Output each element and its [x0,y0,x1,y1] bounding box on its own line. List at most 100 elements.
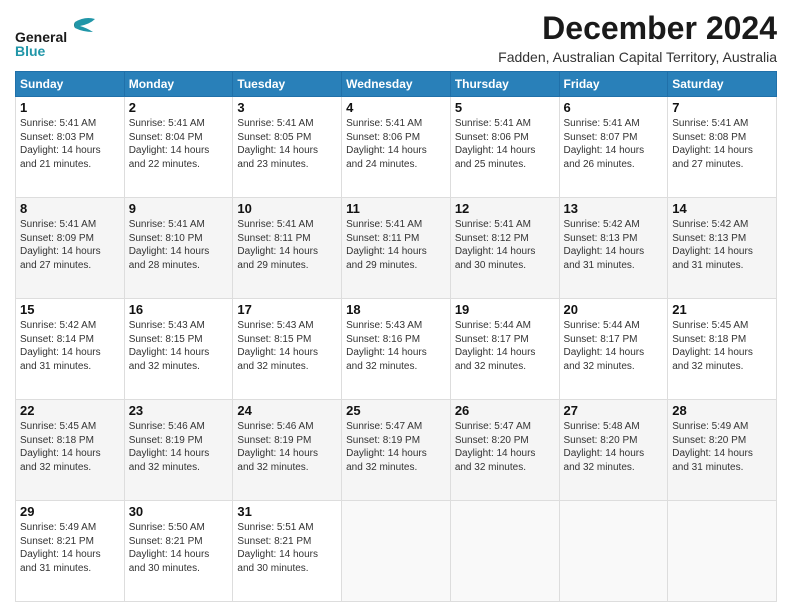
day-number: 27 [564,403,664,418]
day-info: Sunrise: 5:46 AMSunset: 8:19 PMDaylight:… [129,420,229,474]
day-number: 5 [455,100,555,115]
day-info: Sunrise: 5:45 AMSunset: 8:18 PMDaylight:… [20,420,120,474]
day-info: Sunrise: 5:49 AMSunset: 8:20 PMDaylight:… [672,420,772,474]
day-info: Sunrise: 5:42 AMSunset: 8:13 PMDaylight:… [672,218,772,272]
table-row [342,501,451,602]
day-number: 12 [455,201,555,216]
day-number: 22 [20,403,120,418]
col-tuesday: Tuesday [233,72,342,97]
day-number: 29 [20,504,120,519]
table-row: 23 Sunrise: 5:46 AMSunset: 8:19 PMDayligh… [124,400,233,501]
table-row: 27Sunrise: 5:48 AMSunset: 8:20 PMDayligh… [559,400,668,501]
col-wednesday: Wednesday [342,72,451,97]
day-number: 17 [237,302,337,317]
day-number: 9 [129,201,229,216]
table-row: 28 Sunrise: 5:49 AMSunset: 8:20 PMDayligh… [668,400,777,501]
day-number: 13 [564,201,664,216]
col-monday: Monday [124,72,233,97]
day-info: Sunrise: 5:43 AMSunset: 8:15 PMDaylight:… [129,319,229,373]
day-info: Sunrise: 5:49 AMSunset: 8:21 PMDaylight:… [20,521,120,575]
table-row: 22 Sunrise: 5:45 AMSunset: 8:18 PMDayligh… [16,400,125,501]
title-block: December 2024 Fadden, Australian Capital… [498,10,777,65]
table-row: 30Sunrise: 5:50 AMSunset: 8:21 PMDayligh… [124,501,233,602]
day-number: 23 [129,403,229,418]
day-number: 31 [237,504,337,519]
day-info: Sunrise: 5:43 AMSunset: 8:15 PMDaylight:… [237,319,337,373]
day-number: 30 [129,504,229,519]
day-info: Sunrise: 5:44 AMSunset: 8:17 PMDaylight:… [455,319,555,373]
col-sunday: Sunday [16,72,125,97]
day-number: 16 [129,302,229,317]
table-row: 7 Sunrise: 5:41 AMSunset: 8:08 PMDaylight… [668,97,777,198]
day-number: 28 [672,403,772,418]
table-row: 26 Sunrise: 5:47 AMSunset: 8:20 PMDayligh… [450,400,559,501]
day-number: 1 [20,100,120,115]
day-info: Sunrise: 5:41 AMSunset: 8:10 PMDaylight:… [129,218,229,272]
main-title: December 2024 [498,10,777,47]
table-row [450,501,559,602]
table-row: 2 Sunrise: 5:41 AMSunset: 8:04 PMDaylight… [124,97,233,198]
table-row: 18Sunrise: 5:43 AMSunset: 8:16 PMDayligh… [342,299,451,400]
table-row: 5Sunrise: 5:41 AMSunset: 8:06 PMDaylight… [450,97,559,198]
day-number: 24 [237,403,337,418]
day-number: 26 [455,403,555,418]
table-row: 6 Sunrise: 5:41 AMSunset: 8:07 PMDaylight… [559,97,668,198]
header: General Blue December 2024 Fadden, Austr… [15,10,777,65]
day-number: 25 [346,403,446,418]
day-info: Sunrise: 5:41 AMSunset: 8:11 PMDaylight:… [346,218,446,272]
day-number: 20 [564,302,664,317]
day-info: Sunrise: 5:41 AMSunset: 8:12 PMDaylight:… [455,218,555,272]
logo: General Blue [15,14,105,59]
calendar-week-2: 8 Sunrise: 5:41 AMSunset: 8:09 PMDaylight… [16,198,777,299]
table-row: 17 Sunrise: 5:43 AMSunset: 8:15 PMDayligh… [233,299,342,400]
table-row: 14Sunrise: 5:42 AMSunset: 8:13 PMDayligh… [668,198,777,299]
day-info: Sunrise: 5:47 AMSunset: 8:19 PMDaylight:… [346,420,446,474]
day-info: Sunrise: 5:41 AMSunset: 8:07 PMDaylight:… [564,117,664,171]
col-saturday: Saturday [668,72,777,97]
day-number: 2 [129,100,229,115]
day-info: Sunrise: 5:41 AMSunset: 8:11 PMDaylight:… [237,218,337,272]
table-row: 13 Sunrise: 5:42 AMSunset: 8:13 PMDayligh… [559,198,668,299]
calendar-week-3: 15 Sunrise: 5:42 AMSunset: 8:14 PMDayligh… [16,299,777,400]
col-thursday: Thursday [450,72,559,97]
table-row: 24 Sunrise: 5:46 AMSunset: 8:19 PMDayligh… [233,400,342,501]
table-row: 1Sunrise: 5:41 AMSunset: 8:03 PMDaylight… [16,97,125,198]
day-number: 18 [346,302,446,317]
page: General Blue December 2024 Fadden, Austr… [0,0,792,612]
table-row: 25 Sunrise: 5:47 AMSunset: 8:19 PMDayligh… [342,400,451,501]
day-info: Sunrise: 5:41 AMSunset: 8:05 PMDaylight:… [237,117,337,171]
table-row: 12 Sunrise: 5:41 AMSunset: 8:12 PMDayligh… [450,198,559,299]
logo-svg: General Blue [15,14,105,59]
table-row: 10Sunrise: 5:41 AMSunset: 8:11 PMDayligh… [233,198,342,299]
calendar-week-5: 29 Sunrise: 5:49 AMSunset: 8:21 PMDayligh… [16,501,777,602]
subtitle: Fadden, Australian Capital Territory, Au… [498,49,777,65]
calendar-week-1: 1Sunrise: 5:41 AMSunset: 8:03 PMDaylight… [16,97,777,198]
day-number: 11 [346,201,446,216]
day-info: Sunrise: 5:45 AMSunset: 8:18 PMDaylight:… [672,319,772,373]
table-row: 19Sunrise: 5:44 AMSunset: 8:17 PMDayligh… [450,299,559,400]
day-info: Sunrise: 5:47 AMSunset: 8:20 PMDaylight:… [455,420,555,474]
day-number: 8 [20,201,120,216]
day-number: 21 [672,302,772,317]
day-info: Sunrise: 5:42 AMSunset: 8:14 PMDaylight:… [20,319,120,373]
day-info: Sunrise: 5:42 AMSunset: 8:13 PMDaylight:… [564,218,664,272]
day-info: Sunrise: 5:41 AMSunset: 8:04 PMDaylight:… [129,117,229,171]
svg-text:Blue: Blue [15,43,46,59]
day-info: Sunrise: 5:41 AMSunset: 8:09 PMDaylight:… [20,218,120,272]
day-info: Sunrise: 5:46 AMSunset: 8:19 PMDaylight:… [237,420,337,474]
day-info: Sunrise: 5:41 AMSunset: 8:08 PMDaylight:… [672,117,772,171]
day-info: Sunrise: 5:44 AMSunset: 8:17 PMDaylight:… [564,319,664,373]
table-row [668,501,777,602]
table-row: 8 Sunrise: 5:41 AMSunset: 8:09 PMDaylight… [16,198,125,299]
calendar-table: Sunday Monday Tuesday Wednesday Thursday… [15,71,777,602]
day-number: 6 [564,100,664,115]
day-number: 4 [346,100,446,115]
table-row: 21 Sunrise: 5:45 AMSunset: 8:18 PMDayligh… [668,299,777,400]
day-info: Sunrise: 5:41 AMSunset: 8:06 PMDaylight:… [346,117,446,171]
table-row: 15 Sunrise: 5:42 AMSunset: 8:14 PMDayligh… [16,299,125,400]
table-row: 9 Sunrise: 5:41 AMSunset: 8:10 PMDaylight… [124,198,233,299]
calendar-header-row: Sunday Monday Tuesday Wednesday Thursday… [16,72,777,97]
day-number: 15 [20,302,120,317]
day-number: 7 [672,100,772,115]
day-info: Sunrise: 5:51 AMSunset: 8:21 PMDaylight:… [237,521,337,575]
